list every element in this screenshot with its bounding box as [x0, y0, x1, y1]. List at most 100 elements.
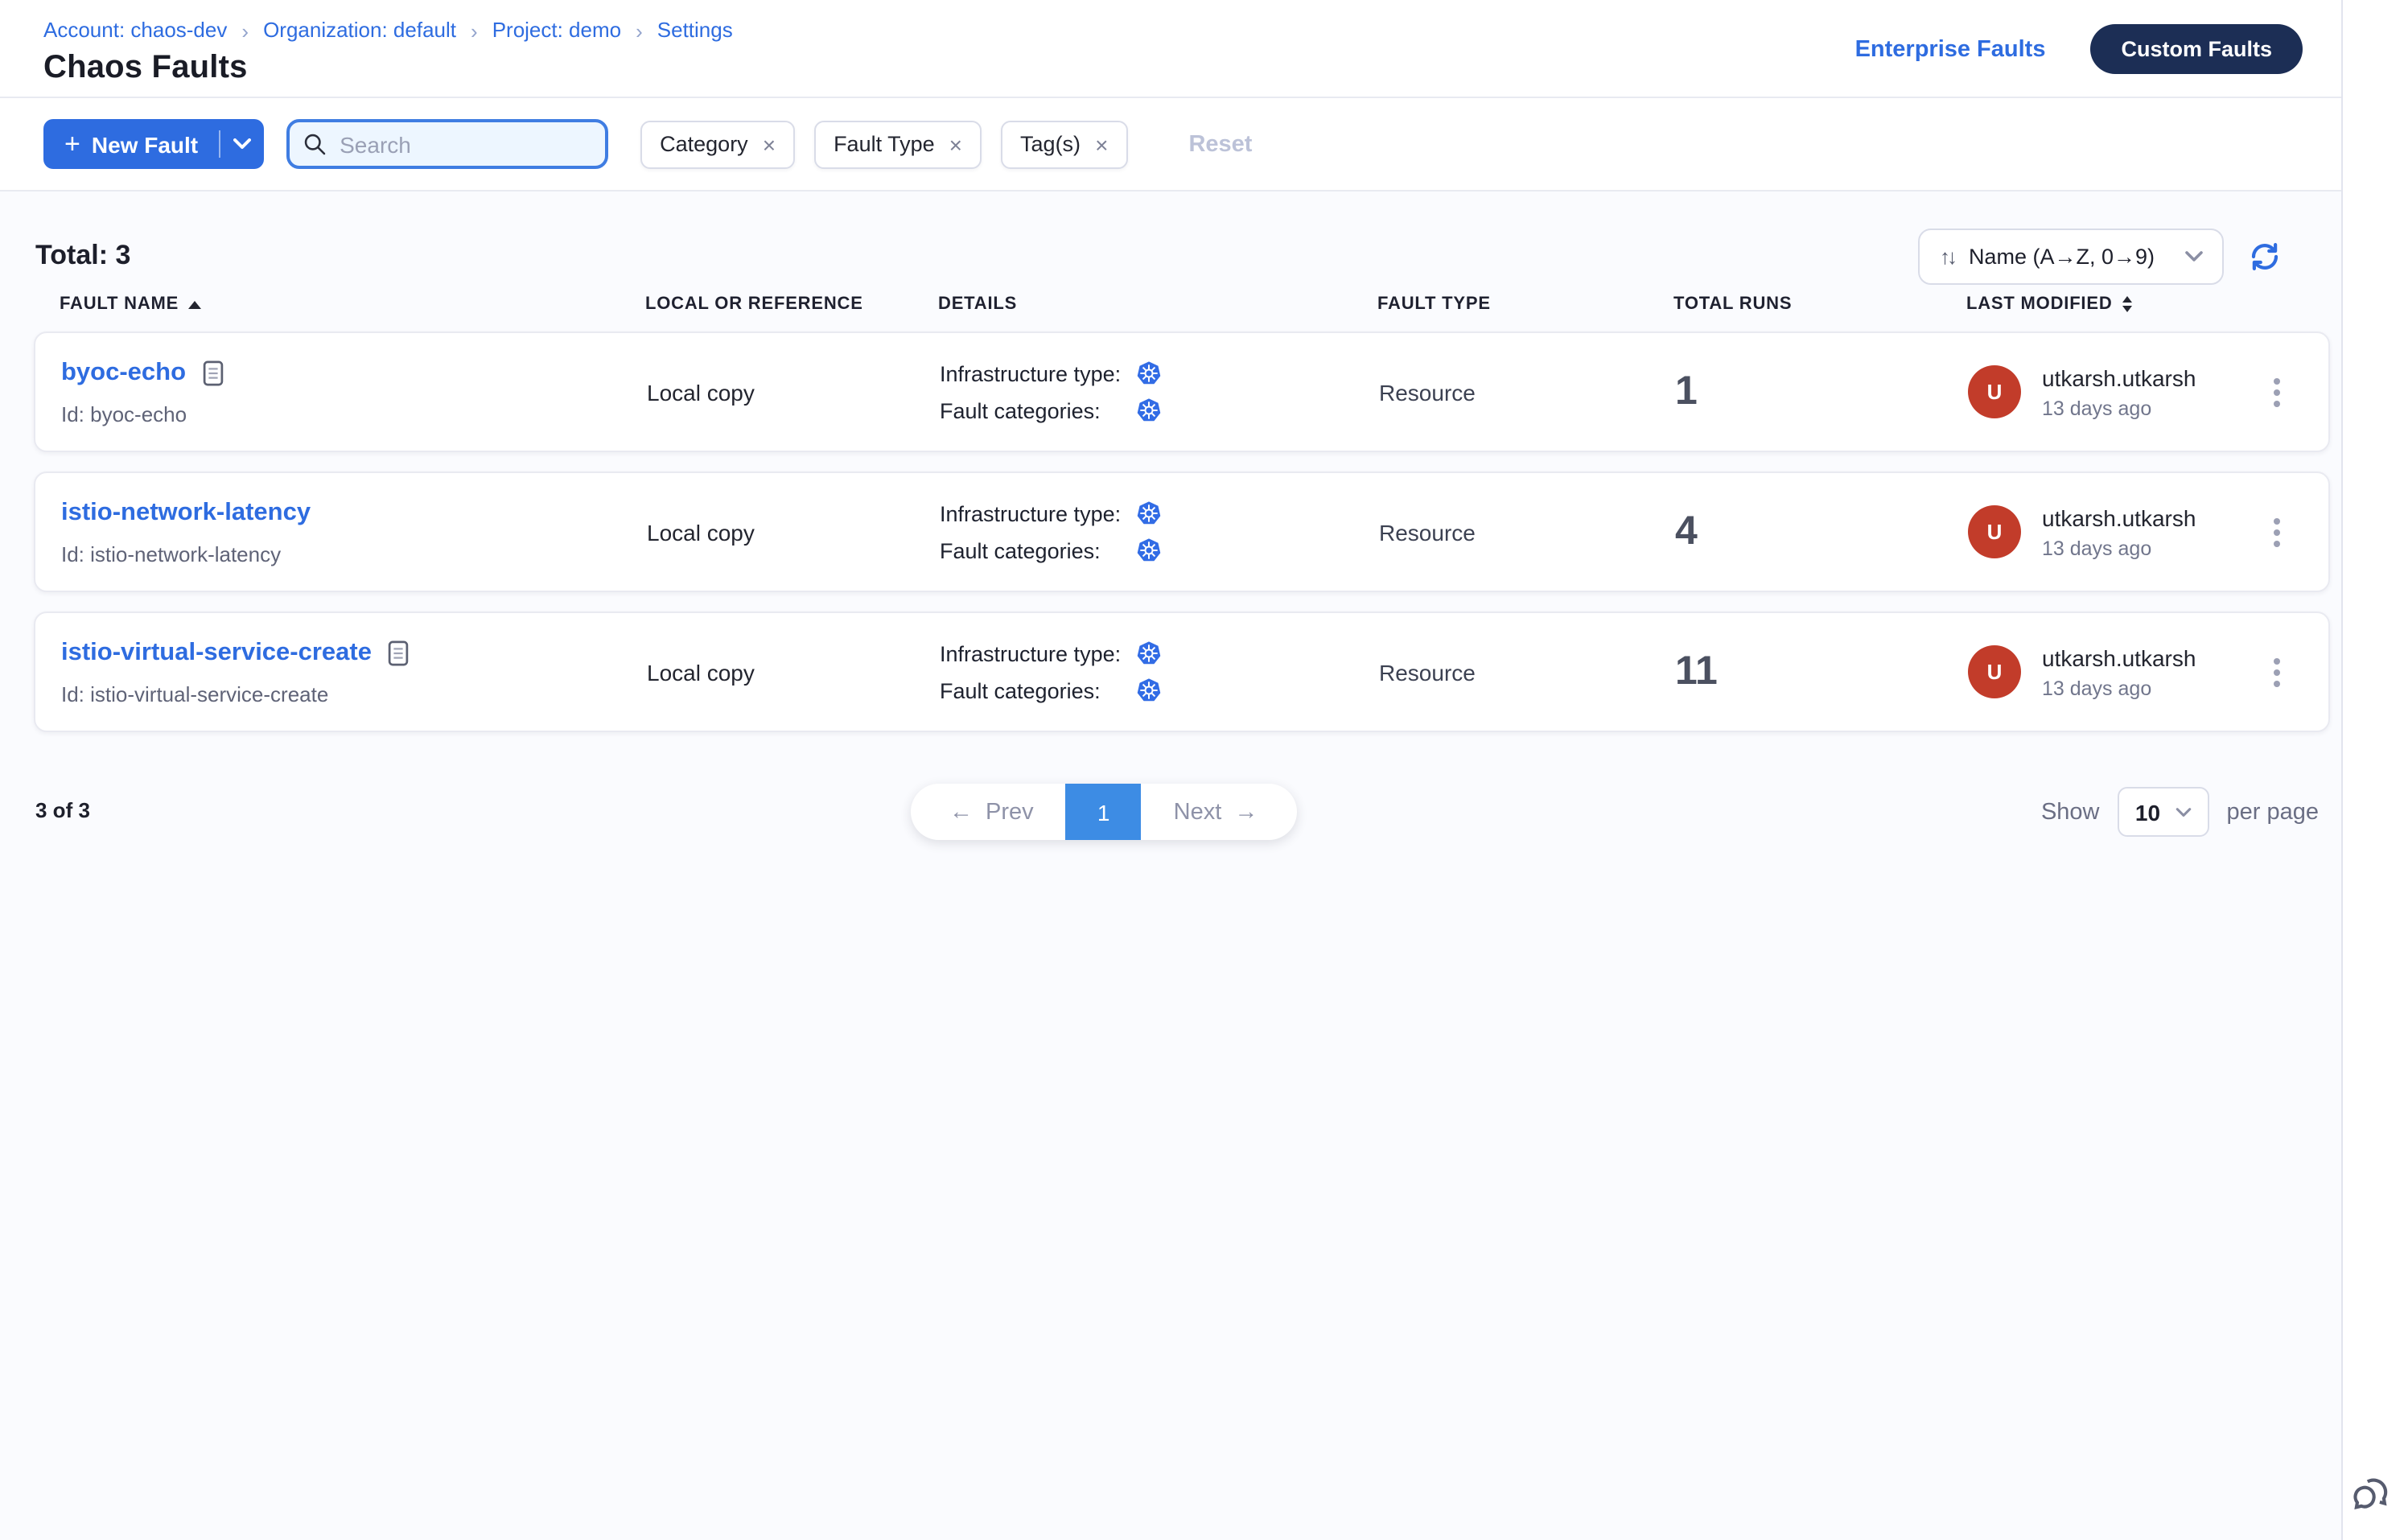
close-icon[interactable]: × — [949, 133, 962, 155]
breadcrumb-separator-icon: › — [241, 19, 249, 41]
close-icon[interactable]: × — [1095, 133, 1108, 155]
per-page-label: per page — [2227, 799, 2320, 825]
row-menu-button[interactable] — [2264, 508, 2290, 556]
chevron-down-icon — [2185, 250, 2203, 261]
fault-id: Id: istio-virtual-service-create — [61, 681, 647, 706]
search-icon — [303, 132, 327, 156]
sort-both-icon — [2122, 296, 2132, 312]
fault-type-value: Resource — [1379, 659, 1675, 685]
table-row: istio-network-latency Id: istio-network-… — [34, 471, 2330, 592]
kubernetes-icon — [1136, 360, 1162, 386]
new-fault-dropdown-button[interactable] — [220, 119, 264, 169]
breadcrumb-settings-link[interactable]: Settings — [657, 18, 733, 42]
column-local-or-reference: Local or Reference — [645, 294, 938, 314]
refresh-button[interactable] — [2248, 239, 2282, 273]
close-icon[interactable]: × — [763, 133, 776, 155]
column-fault-type: Fault Type — [1377, 294, 1673, 314]
modified-by: utkarsh.utkarsh — [2042, 644, 2196, 670]
header-actions: Enterprise Faults Custom Faults — [1855, 24, 2303, 74]
fault-type-value: Resource — [1379, 519, 1675, 545]
local-or-reference-value: Local copy — [647, 519, 940, 545]
chevron-down-icon — [233, 138, 251, 150]
modified-time: 13 days ago — [2042, 677, 2196, 699]
breadcrumb-organization-link[interactable]: Organization: default — [263, 18, 456, 42]
kubernetes-icon — [1136, 500, 1162, 526]
enterprise-faults-link[interactable]: Enterprise Faults — [1855, 36, 2046, 62]
filter-chip-label: Category — [660, 132, 748, 156]
avatar: U — [1968, 505, 2021, 558]
filter-chip-label: Fault Type — [834, 132, 935, 156]
avatar: U — [1968, 645, 2021, 698]
prev-page-button[interactable]: ← Prev — [911, 784, 1066, 840]
table-header-row: Fault Name Local or Reference Details Fa… — [34, 285, 2330, 314]
list-header: Total: 3 ↑↓ Name (A→Z, 0→9) — [34, 191, 2330, 285]
sort-dropdown-value: Name (A→Z, 0→9) — [1969, 244, 2171, 268]
reset-filters-button[interactable]: Reset — [1179, 130, 1262, 159]
total-count: Total: 3 — [35, 240, 130, 272]
chaos-faults-page: Account: chaos-dev › Organization: defau… — [0, 0, 2404, 1540]
breadcrumb-account-link[interactable]: Account: chaos-dev — [43, 18, 227, 42]
sort-arrows-icon: ↑↓ — [1940, 244, 1954, 268]
chevron-down-icon — [2175, 807, 2191, 817]
fault-categories-label: Fault categories: — [940, 678, 1136, 702]
infrastructure-type-label: Infrastructure type: — [940, 361, 1136, 385]
breadcrumb-separator-icon: › — [636, 19, 643, 41]
filter-chip-tags[interactable]: Tag(s) × — [1001, 120, 1127, 168]
search-box — [286, 119, 608, 169]
fault-name-link[interactable]: istio-virtual-service-create — [61, 638, 372, 667]
toolbar: + New Fault Category × — [0, 98, 2341, 191]
page-number-button[interactable]: 1 — [1066, 784, 1142, 840]
arrow-right-icon: → — [1234, 799, 1258, 825]
refresh-icon — [2248, 239, 2282, 273]
modified-time: 13 days ago — [2042, 537, 2196, 559]
chat-widget-button[interactable] — [2349, 1472, 2396, 1519]
sort-dropdown[interactable]: ↑↓ Name (A→Z, 0→9) — [1919, 228, 2224, 284]
kubernetes-icon — [1136, 677, 1162, 703]
kubernetes-icon — [1136, 537, 1162, 563]
table-row: istio-virtual-service-create Id: istio-v… — [34, 611, 2330, 732]
search-input[interactable] — [336, 130, 592, 159]
total-runs-value: 4 — [1675, 509, 1968, 555]
fault-name-link[interactable]: byoc-echo — [61, 358, 186, 387]
column-fault-name[interactable]: Fault Name — [60, 294, 645, 314]
local-or-reference-value: Local copy — [647, 379, 940, 405]
chat-bubbles-icon — [2349, 1472, 2396, 1519]
kubernetes-icon — [1136, 640, 1162, 666]
copy-manifest-icon[interactable] — [388, 640, 409, 665]
breadcrumb-project-link[interactable]: Project: demo — [492, 18, 621, 42]
new-fault-button[interactable]: + New Fault — [43, 119, 219, 169]
infrastructure-type-label: Infrastructure type: — [940, 641, 1136, 665]
kubernetes-icon — [1136, 397, 1162, 423]
breadcrumb-separator-icon: › — [471, 19, 478, 41]
fault-categories-label: Fault categories: — [940, 538, 1136, 562]
table-row: byoc-echo Id: byoc-echo Local copy Infra… — [34, 331, 2330, 452]
page-summary: 3 of 3 — [35, 798, 90, 822]
row-menu-button[interactable] — [2264, 368, 2290, 416]
fault-type-value: Resource — [1379, 379, 1675, 405]
filter-chip-label: Tag(s) — [1020, 132, 1081, 156]
show-label: Show — [2041, 799, 2100, 825]
new-fault-label: New Fault — [92, 131, 198, 157]
copy-manifest-icon[interactable] — [202, 360, 223, 385]
pagination-bar: 3 of 3 ← Prev 1 Next → Show 10 — [34, 784, 2330, 842]
arrow-left-icon: ← — [949, 799, 973, 825]
total-runs-value: 11 — [1675, 649, 1968, 695]
fault-id: Id: istio-network-latency — [61, 541, 647, 566]
page-size-dropdown[interactable]: 10 — [2118, 787, 2209, 837]
row-menu-button[interactable] — [2264, 648, 2290, 696]
sort-ascending-icon — [188, 300, 201, 308]
page-size-value: 10 — [2135, 799, 2160, 825]
custom-faults-button[interactable]: Custom Faults — [2090, 24, 2303, 74]
page-header: Account: chaos-dev › Organization: defau… — [0, 0, 2341, 98]
filter-chip-fault-type[interactable]: Fault Type × — [814, 120, 982, 168]
filter-chips: Category × Fault Type × Tag(s) × — [640, 120, 1127, 168]
pager: ← Prev 1 Next → — [911, 784, 1296, 840]
modified-time: 13 days ago — [2042, 397, 2196, 419]
fault-name-link[interactable]: istio-network-latency — [61, 498, 311, 527]
filter-chip-category[interactable]: Category × — [640, 120, 795, 168]
content-area: Total: 3 ↑↓ Name (A→Z, 0→9) — [0, 191, 2341, 842]
new-fault-split-button: + New Fault — [43, 119, 264, 169]
local-or-reference-value: Local copy — [647, 659, 940, 685]
column-last-modified[interactable]: Last Modified — [1966, 294, 2246, 314]
next-page-button[interactable]: Next → — [1142, 784, 1297, 840]
